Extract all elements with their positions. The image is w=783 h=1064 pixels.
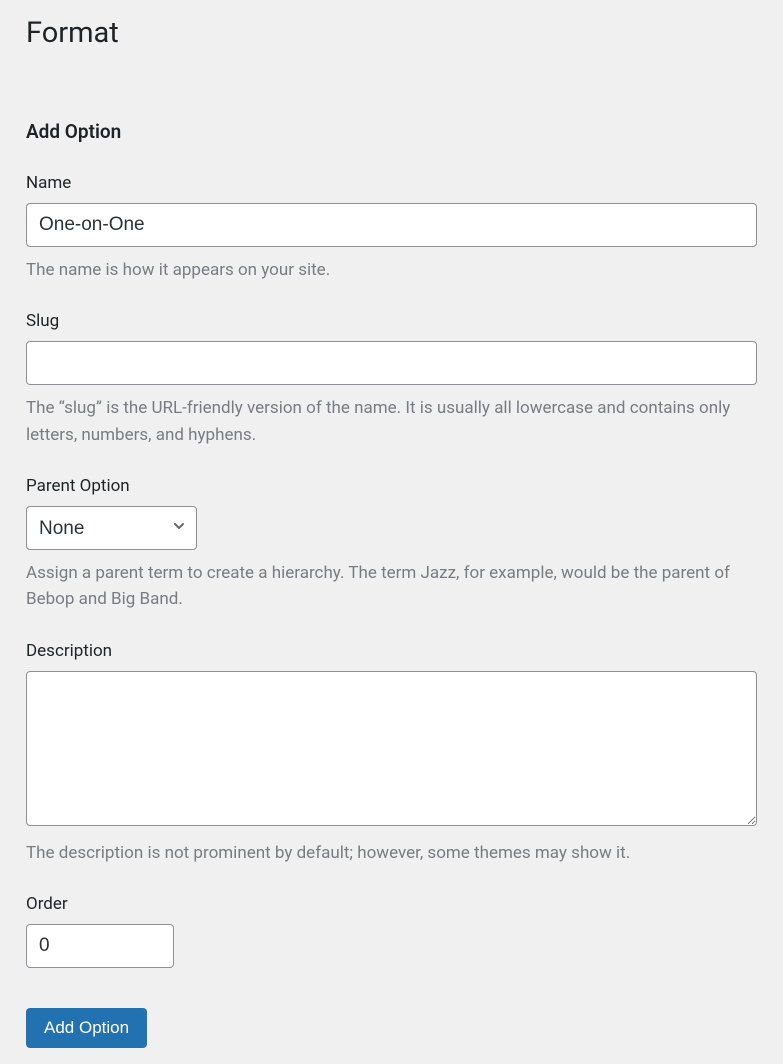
field-order: Order — [26, 894, 757, 968]
slug-input[interactable] — [26, 341, 757, 385]
field-parent: Parent Option None Assign a parent term … — [26, 476, 757, 613]
page-title: Format — [26, 16, 757, 50]
name-label: Name — [26, 173, 757, 193]
field-description: Description The description is not promi… — [26, 641, 757, 866]
parent-select[interactable]: None — [26, 506, 197, 550]
order-input[interactable] — [26, 924, 174, 968]
description-label: Description — [26, 641, 757, 661]
slug-help: The “slug” is the URL-friendly version o… — [26, 395, 757, 448]
form-heading: Add Option — [26, 120, 757, 143]
order-label: Order — [26, 894, 757, 914]
add-option-button[interactable]: Add Option — [26, 1008, 147, 1048]
description-help: The description is not prominent by defa… — [26, 840, 757, 866]
parent-label: Parent Option — [26, 476, 757, 496]
field-slug: Slug The “slug” is the URL-friendly vers… — [26, 311, 757, 448]
name-help: The name is how it appears on your site. — [26, 257, 757, 283]
description-textarea[interactable] — [26, 671, 757, 826]
slug-label: Slug — [26, 311, 757, 331]
field-name: Name The name is how it appears on your … — [26, 173, 757, 283]
parent-select-wrapper: None — [26, 506, 197, 550]
name-input[interactable] — [26, 203, 757, 247]
parent-help: Assign a parent term to create a hierarc… — [26, 560, 757, 613]
